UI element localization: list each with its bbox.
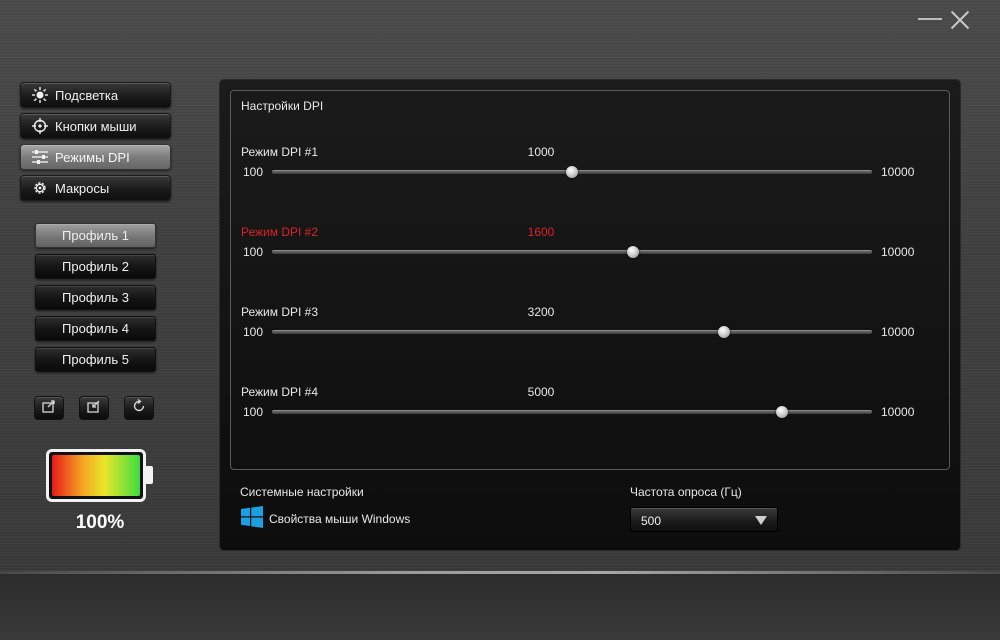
dpi-min-label: 100 <box>243 165 264 179</box>
export-icon <box>86 398 102 419</box>
dpi-max-label: 10000 <box>881 165 915 179</box>
dpi-mode-4-row: Режим DPI #4 5000 100 10000 <box>231 385 951 429</box>
battery-percent: 100% <box>75 512 125 533</box>
polling-rate-title: Частота опроса (Гц) <box>630 485 742 499</box>
battery-tip <box>146 466 153 484</box>
dpi-mode-label: Режим DPI #2 <box>241 225 319 239</box>
export-profile-button[interactable] <box>79 396 109 420</box>
profile-1-button[interactable]: Профиль 1 <box>35 223 156 248</box>
dpi-mode-3-row: Режим DPI #3 3200 100 10000 <box>231 305 951 349</box>
nav-lighting[interactable]: Подсветка <box>20 82 171 108</box>
nav-mouse-buttons[interactable]: Кнопки мыши <box>20 113 171 139</box>
dpi-slider-thumb[interactable] <box>566 166 578 178</box>
system-settings-title: Системные настройки <box>240 485 364 499</box>
profile-4-button[interactable]: Профиль 4 <box>35 316 156 341</box>
sliders-icon <box>31 148 49 166</box>
bottom-strip <box>0 574 1000 640</box>
windows-mouse-properties-link[interactable]: Свойства мыши Windows <box>240 505 410 532</box>
main-panel: Настройки DPI Режим DPI #1 1000 100 1000… <box>220 80 960 550</box>
dpi-slider-track[interactable] <box>272 250 872 254</box>
dpi-slider-thumb[interactable] <box>775 406 788 418</box>
profile-2-label: Профиль 2 <box>62 259 129 274</box>
gear-icon <box>31 179 49 197</box>
profile-3-label: Профиль 3 <box>62 290 129 305</box>
profile-4-label: Профиль 4 <box>62 321 129 336</box>
dpi-mode-value: 1600 <box>527 225 555 239</box>
dpi-settings-group: Настройки DPI Режим DPI #1 1000 100 1000… <box>230 90 950 470</box>
dpi-mode-value: 1000 <box>527 145 555 159</box>
dpi-mode-label: Режим DPI #1 <box>241 145 319 159</box>
dpi-mode-2-row: Режим DPI #2 1600 100 10000 <box>231 225 951 269</box>
minimize-icon-bar <box>918 18 942 20</box>
dpi-max-label: 10000 <box>881 245 915 259</box>
windows-logo-icon <box>240 505 264 532</box>
dpi-min-label: 100 <box>243 245 264 259</box>
crosshair-icon <box>31 117 49 135</box>
dpi-slider-track[interactable] <box>272 330 872 334</box>
nav-mouse-buttons-label: Кнопки мыши <box>55 118 137 134</box>
nav-dpi-modes-label: Режимы DPI <box>55 149 130 165</box>
reset-profile-button[interactable] <box>124 396 154 420</box>
sun-icon <box>31 86 49 104</box>
battery-indicator <box>46 449 146 502</box>
nav-dpi-modes[interactable]: Режимы DPI <box>20 144 171 170</box>
battery-fill <box>52 455 140 496</box>
dpi-mode-label: Режим DPI #3 <box>241 305 319 319</box>
nav-macros-label: Макросы <box>55 180 110 196</box>
dpi-mode-value: 5000 <box>527 385 555 399</box>
dpi-mode-value: 3200 <box>527 305 555 319</box>
import-icon <box>41 398 57 419</box>
dpi-settings-title: Настройки DPI <box>241 99 324 113</box>
dpi-max-label: 10000 <box>881 405 915 419</box>
windows-mouse-properties-label: Свойства мыши Windows <box>269 511 411 526</box>
polling-rate-select[interactable]: 500 <box>630 507 778 532</box>
profile-5-button[interactable]: Профиль 5 <box>35 347 156 372</box>
dpi-slider-thumb[interactable] <box>717 326 730 338</box>
profile-2-button[interactable]: Профиль 2 <box>35 254 156 279</box>
polling-rate-value: 500 <box>641 514 662 528</box>
profile-5-label: Профиль 5 <box>62 352 129 367</box>
close-button[interactable] <box>948 8 972 32</box>
profile-1-label: Профиль 1 <box>62 228 129 243</box>
import-profile-button[interactable] <box>34 396 64 420</box>
reset-icon <box>131 398 147 419</box>
dropdown-arrow-icon <box>755 516 767 525</box>
dpi-max-label: 10000 <box>881 325 915 339</box>
dpi-slider-thumb[interactable] <box>627 246 640 258</box>
dpi-mode-1-row: Режим DPI #1 1000 100 10000 <box>231 145 951 189</box>
dpi-min-label: 100 <box>243 405 264 419</box>
nav-lighting-label: Подсветка <box>55 87 119 103</box>
dpi-min-label: 100 <box>243 325 264 339</box>
profile-3-button[interactable]: Профиль 3 <box>35 285 156 310</box>
nav-macros[interactable]: Макросы <box>20 175 171 201</box>
dpi-mode-label: Режим DPI #4 <box>241 385 319 399</box>
